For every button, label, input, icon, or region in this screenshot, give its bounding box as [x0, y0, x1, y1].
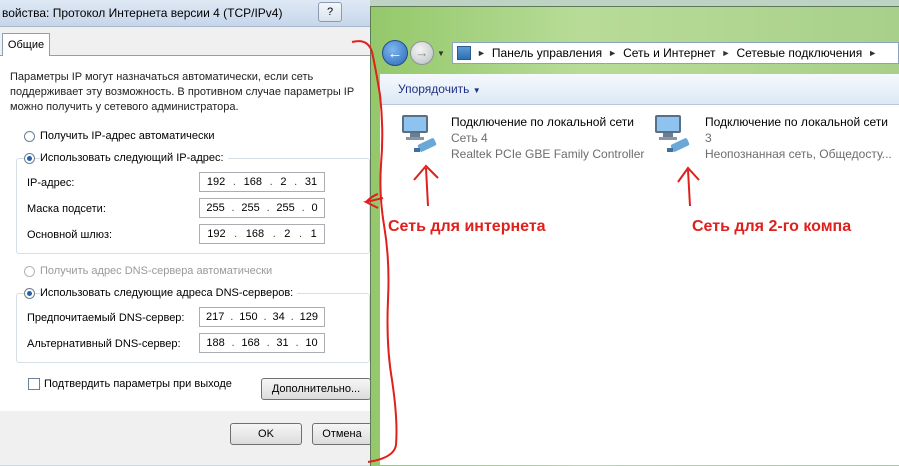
forward-button[interactable]: →: [410, 41, 434, 65]
breadcrumb-item[interactable]: Сеть и Интернет: [623, 46, 715, 60]
breadcrumb-item[interactable]: Сетевые подключения: [736, 46, 862, 60]
ip-address-field[interactable]: 192. 168. 2. 31: [199, 172, 325, 192]
chevron-down-icon: ▼: [472, 86, 481, 95]
dns-alt-octet-3: 31: [276, 337, 289, 349]
annotation-label-right: Сеть для 2-го компа: [692, 218, 852, 235]
radio-dns-manual[interactable]: [24, 288, 35, 299]
dns-alt-octet-1: 188: [206, 337, 225, 349]
validate-checkbox[interactable]: [28, 378, 40, 390]
dns-preferred-field[interactable]: 217. 150. 34. 129: [199, 307, 325, 327]
subnet-mask-label: Маска подсети:: [27, 203, 106, 215]
subnet-mask-field[interactable]: 255. 255. 255. 0: [199, 198, 325, 218]
cancel-button[interactable]: Отмена: [312, 423, 372, 445]
back-button[interactable]: ←: [382, 40, 408, 66]
ip-octet-4: 31: [304, 176, 318, 188]
validate-label[interactable]: Подтвердить параметры при выходе: [44, 378, 232, 390]
ip-octet-2: 168: [243, 176, 262, 188]
connection-device: Realtek PCIe GBE Family Controller: [451, 147, 645, 161]
connection-name: Подключение по локальной сети: [451, 115, 634, 129]
connection-network: Сеть 4: [451, 131, 488, 145]
advanced-button[interactable]: Дополнительно...: [261, 378, 371, 400]
gateway-octet-3: 2: [284, 228, 291, 240]
dns-pref-octet-3: 34: [272, 311, 285, 323]
mask-octet-2: 255: [241, 202, 260, 214]
radio-dns-auto-label[interactable]: Получить адрес DNS-сервера автоматически: [40, 265, 272, 277]
mask-octet-1: 255: [206, 202, 225, 214]
gateway-octet-1: 192: [207, 228, 226, 240]
intro-text: Параметры IP могут назначаться автоматич…: [10, 71, 354, 113]
dns-alternate-field[interactable]: 188. 168. 31. 10: [199, 333, 325, 353]
network-adapter-icon: [655, 115, 690, 152]
gateway-octet-2: 168: [245, 228, 265, 240]
chevron-right-icon[interactable]: ►: [477, 48, 486, 58]
network-adapter-icon: [402, 115, 437, 152]
control-panel-icon: [457, 46, 471, 60]
dns-pref-octet-4: 129: [299, 311, 318, 323]
chevron-right-icon[interactable]: ►: [608, 48, 617, 58]
address-bar[interactable]: ► Панель управления ► Сеть и Интернет ► …: [452, 42, 899, 64]
dialog-title: войства: Протокол Интернета версии 4 (TC…: [2, 6, 283, 20]
dns-alternate-label: Альтернативный DNS-сервер:: [27, 338, 181, 350]
connection-network: 3: [705, 131, 712, 145]
ip-address-label: IP-адрес:: [27, 177, 75, 189]
forward-arrow-icon: →: [415, 45, 429, 60]
back-arrow-icon: ←: [387, 45, 403, 62]
connection-name: Подключение по локальной сети: [705, 115, 888, 129]
organize-menu[interactable]: Упорядочить ▼: [398, 82, 481, 96]
chevron-right-icon[interactable]: ►: [722, 48, 731, 58]
history-dropdown-icon[interactable]: ▼: [437, 49, 445, 58]
radio-dns-manual-label[interactable]: Использовать следующие адреса DNS-сервер…: [40, 287, 298, 299]
radio-dns-auto[interactable]: [24, 266, 35, 277]
ip-octet-1: 192: [206, 176, 226, 188]
dns-alt-octet-2: 168: [241, 337, 260, 349]
connection-device: Неопознанная сеть, Общедосту...: [705, 147, 892, 161]
breadcrumb-item[interactable]: Панель управления: [492, 46, 602, 60]
help-button[interactable]: ?: [318, 2, 342, 22]
mask-octet-4: 0: [311, 202, 318, 214]
dns-preferred-label: Предпочитаемый DNS-сервер:: [27, 312, 185, 324]
chevron-right-icon[interactable]: ►: [868, 48, 877, 58]
mask-octet-3: 255: [276, 202, 295, 214]
radio-ip-auto[interactable]: [24, 131, 35, 142]
dns-pref-octet-1: 217: [205, 311, 225, 323]
gateway-label: Основной шлюз:: [27, 229, 113, 241]
dns-pref-octet-2: 150: [239, 311, 258, 323]
radio-ip-manual[interactable]: [24, 153, 35, 164]
ok-button[interactable]: OK: [230, 423, 302, 445]
radio-ip-auto-label[interactable]: Получить IP-адрес автоматически: [40, 130, 214, 142]
dns-alt-octet-4: 10: [305, 337, 318, 349]
organize-label: Упорядочить: [398, 82, 470, 96]
radio-ip-manual-label[interactable]: Использовать следующий IP-адрес:: [40, 152, 228, 164]
ip-octet-3: 2: [280, 176, 287, 188]
tab-general[interactable]: Общие: [2, 33, 50, 56]
annotation-label-left: Сеть для интернета: [388, 218, 546, 235]
gateway-field[interactable]: 192. 168. 2. 1: [199, 224, 325, 244]
gateway-octet-4: 1: [310, 228, 317, 240]
